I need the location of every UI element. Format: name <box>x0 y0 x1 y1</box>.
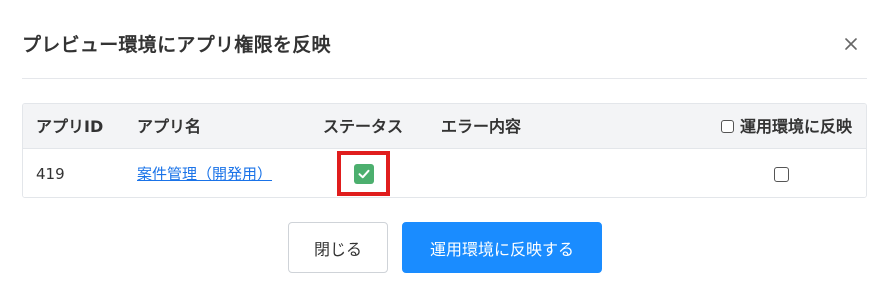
table-row: 419 案件管理（開発用） <box>23 150 866 197</box>
column-header-apply: 運用環境に反映 <box>720 104 852 149</box>
column-header-error: エラー内容 <box>441 117 522 136</box>
apply-all-checkbox[interactable] <box>720 120 734 133</box>
column-header-status: ステータス <box>323 117 404 136</box>
permissions-table: アプリID アプリ名 ステータス エラー内容 運用環境に反映 419 案件管理（… <box>22 103 867 198</box>
column-header-app-id: アプリID <box>36 117 104 136</box>
check-success-icon <box>353 163 374 184</box>
close-icon[interactable] <box>841 34 861 54</box>
table-header: アプリID アプリ名 ステータス エラー内容 運用環境に反映 <box>23 104 866 149</box>
column-header-app-name: アプリ名 <box>137 117 202 136</box>
apply-to-production-button[interactable]: 運用環境に反映する <box>402 222 602 273</box>
status-highlight-box <box>337 151 390 196</box>
app-name-link[interactable]: 案件管理（開発用） <box>137 165 272 183</box>
row-apply-checkbox[interactable] <box>774 167 789 182</box>
dialog-title: プレビュー環境にアプリ権限を反映 <box>22 34 331 56</box>
cell-app-name: 案件管理（開発用） <box>137 150 272 197</box>
header-divider <box>22 78 867 79</box>
apply-permissions-dialog: プレビュー環境にアプリ権限を反映 アプリID アプリ名 ステータス エラー内容 … <box>0 0 889 297</box>
dialog-header: プレビュー環境にアプリ権限を反映 <box>22 26 867 60</box>
close-button[interactable]: 閉じる <box>288 222 388 273</box>
column-header-apply-label: 運用環境に反映 <box>739 117 852 136</box>
cell-app-id: 419 <box>36 165 65 183</box>
